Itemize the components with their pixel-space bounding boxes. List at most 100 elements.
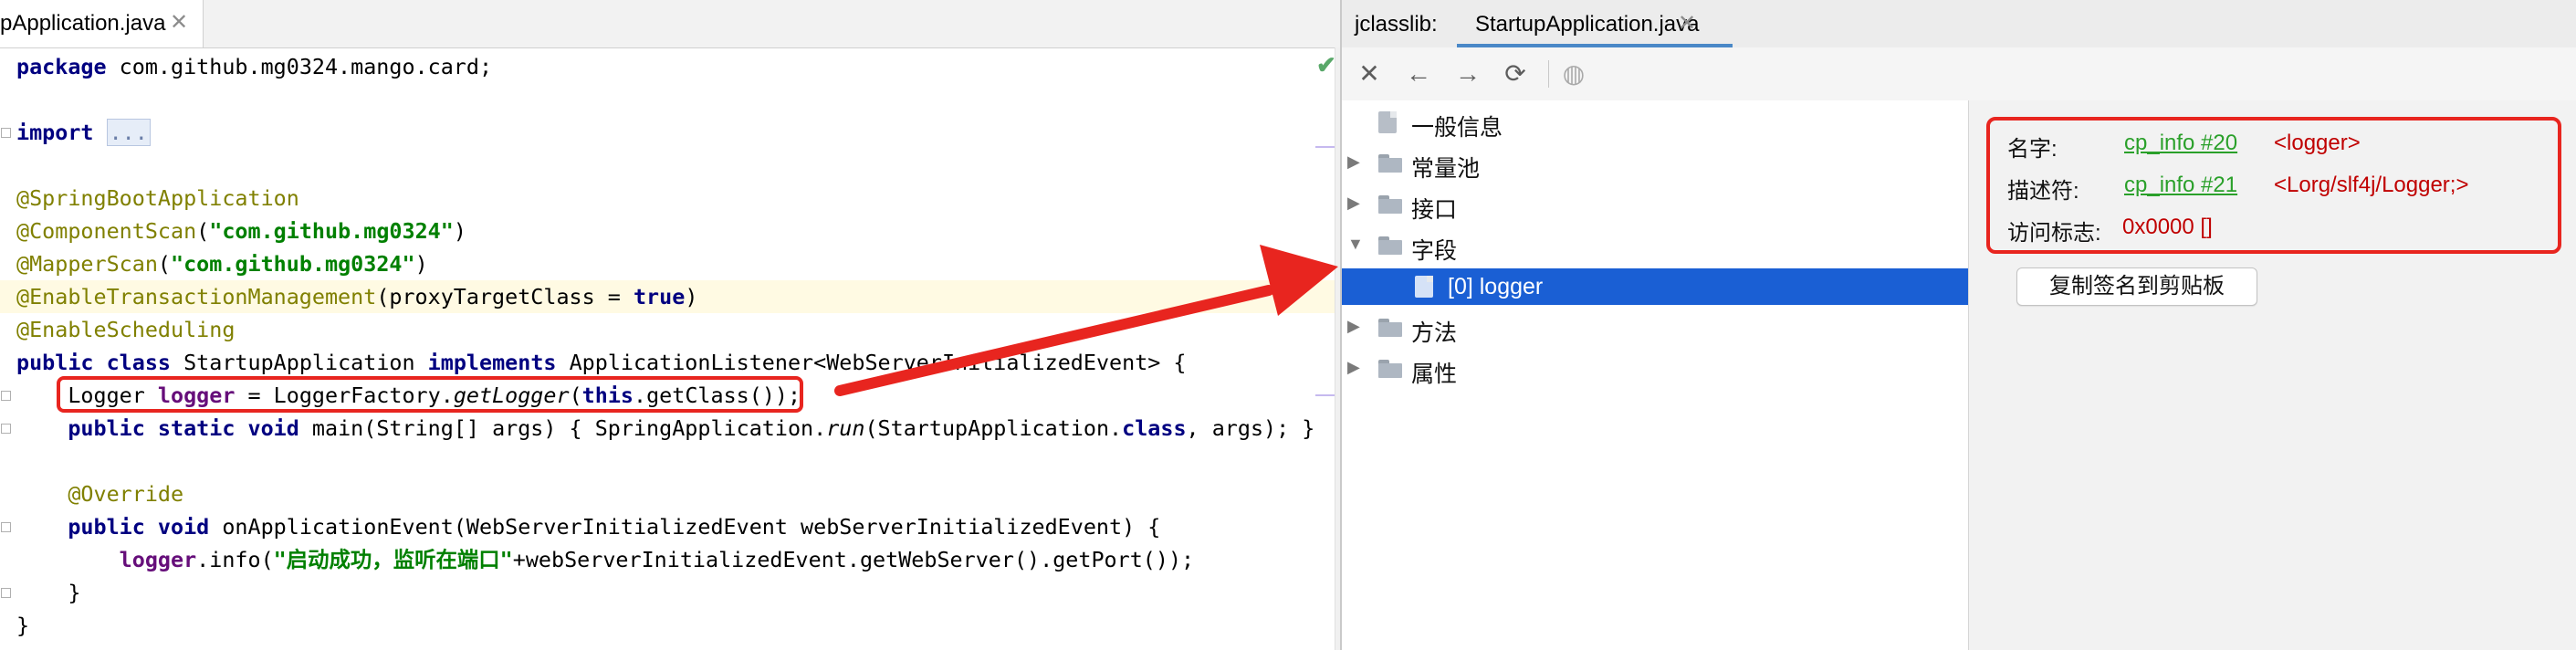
code-text: logger.info("启动成功，监听在端口"+webServerInitia… xyxy=(16,543,1194,576)
code-line[interactable]: } xyxy=(0,576,1335,609)
code-token: public void xyxy=(68,514,210,540)
copy-signature-button[interactable]: 复制签名到剪贴板 xyxy=(2016,267,2257,306)
forward-arrow-icon[interactable]: → xyxy=(1450,57,1486,91)
code-text: @SpringBootApplication xyxy=(16,182,299,215)
code-token: ApplicationListener<WebServerInitialized… xyxy=(556,350,1187,375)
code-token: ) xyxy=(685,284,698,309)
code-text: } xyxy=(16,609,29,642)
tree-item-label: [0] logger xyxy=(1448,274,1544,299)
editor-tab-label: pApplication.java xyxy=(0,11,166,36)
close-icon[interactable]: ✕ xyxy=(1351,57,1387,91)
tree-item-label: 常量池 xyxy=(1411,156,1481,182)
code-token: @Override xyxy=(16,481,184,507)
refresh-icon[interactable]: ⟳ xyxy=(1497,57,1534,91)
code-highlight-box xyxy=(57,376,803,413)
code-line[interactable] xyxy=(0,149,1335,182)
code-token: ) xyxy=(453,218,466,244)
code-area[interactable]: package com.github.mg0324.mango.card; imp… xyxy=(0,47,1340,650)
tree-item-label: 属性 xyxy=(1411,362,1458,387)
folder-icon xyxy=(1378,236,1402,255)
file-icon xyxy=(1415,276,1433,298)
fold-marker-icon[interactable] xyxy=(1,588,11,598)
back-arrow-icon[interactable]: ← xyxy=(1400,57,1437,91)
jclasslib-toolbar: ✕ ← → ⟳ ◍ xyxy=(1342,47,2576,101)
code-token: ( xyxy=(196,218,210,244)
code-token: (StartupApplication. xyxy=(864,415,1123,441)
code-line[interactable]: @ComponentScan("com.github.mg0324") xyxy=(0,215,1335,247)
code-token: .info( xyxy=(196,547,274,572)
fold-marker-icon[interactable] xyxy=(1,424,11,434)
info-highlight-box xyxy=(1986,117,2561,254)
code-line[interactable]: @SpringBootApplication xyxy=(0,182,1335,215)
code-line[interactable]: public class StartupApplication implemen… xyxy=(0,346,1335,379)
code-line[interactable]: package com.github.mg0324.mango.card; xyxy=(0,50,1335,83)
close-icon[interactable]: ✕ xyxy=(1678,10,1696,37)
tree-item[interactable]: ▶ 接口 xyxy=(1342,186,1968,223)
code-line[interactable]: import ... xyxy=(0,116,1335,149)
class-structure-tree[interactable]: 一般信息 ▶ 常量池 ▶ 接口 ▼ 字段 [0] logger ▶ 方法 ▶ 属性 xyxy=(1342,100,1969,650)
code-token: } xyxy=(16,613,30,638)
code-line[interactable]: public static void main(String[] args) {… xyxy=(0,412,1335,445)
code-line[interactable]: logger.info("启动成功，监听在端口"+webServerInitia… xyxy=(0,543,1335,576)
code-token: @SpringBootApplication xyxy=(16,185,299,211)
code-text: @EnableScheduling xyxy=(16,313,235,346)
tab-label: StartupApplication.java xyxy=(1475,12,1700,37)
toolbar-separator xyxy=(1548,60,1549,88)
tree-item[interactable]: ▶ 常量池 xyxy=(1342,145,1968,182)
code-token: import xyxy=(16,120,94,145)
fold-marker-icon[interactable] xyxy=(1,128,11,138)
code-token: } xyxy=(16,580,81,605)
code-text: @EnableTransactionManagement(proxyTarget… xyxy=(16,280,697,313)
tree-item[interactable]: [0] logger xyxy=(1342,268,1968,305)
code-token: class xyxy=(1122,415,1187,441)
code-line[interactable] xyxy=(0,445,1335,477)
code-line[interactable]: @MapperScan("com.github.mg0324") xyxy=(0,247,1335,280)
code-line[interactable]: @EnableTransactionManagement(proxyTarget… xyxy=(0,280,1335,313)
tab-startup-application[interactable]: StartupApplication.java ✕ xyxy=(1457,0,1733,47)
code-text: } xyxy=(16,576,80,609)
code-text: package com.github.mg0324.mango.card; xyxy=(16,50,492,83)
fold-marker-icon[interactable] xyxy=(1,522,11,532)
code-line[interactable]: public void onApplicationEvent(WebServer… xyxy=(0,510,1335,543)
expand-arrow-right-icon[interactable]: ▶ xyxy=(1347,317,1366,335)
tree-item-label: 接口 xyxy=(1411,197,1458,223)
code-token: (proxyTargetClass = xyxy=(376,284,634,309)
code-text: @ComponentScan("com.github.mg0324") xyxy=(16,215,466,247)
expand-arrow-right-icon[interactable]: ▶ xyxy=(1347,194,1366,212)
code-text: public void onApplicationEvent(WebServer… xyxy=(16,510,1160,543)
code-text: public static void main(String[] args) {… xyxy=(16,412,1314,445)
close-icon[interactable]: ✕ xyxy=(170,9,188,36)
code-token: @ComponentScan xyxy=(16,218,197,244)
code-token: ... xyxy=(106,119,151,146)
jclasslib-tab-bar: jclasslib: StartupApplication.java ✕ xyxy=(1342,0,2576,48)
code-text: public class StartupApplication implemen… xyxy=(16,346,1187,379)
tree-item-label: 字段 xyxy=(1411,238,1458,264)
folder-icon xyxy=(1378,154,1402,173)
code-line[interactable]: @EnableScheduling xyxy=(0,313,1335,346)
fold-marker-icon[interactable] xyxy=(1,391,11,401)
tree-item[interactable]: 一般信息 xyxy=(1342,104,1968,141)
tree-item[interactable]: ▶ 属性 xyxy=(1342,351,1968,387)
expand-arrow-right-icon[interactable]: ▶ xyxy=(1347,152,1366,171)
jclasslib-panel: jclasslib: StartupApplication.java ✕ ✕ ←… xyxy=(1340,0,2576,650)
tree-item-label: 方法 xyxy=(1411,320,1458,346)
tree-item-label: 一般信息 xyxy=(1411,115,1503,141)
code-text: @MapperScan("com.github.mg0324") xyxy=(16,247,428,280)
folder-icon xyxy=(1378,360,1402,378)
code-token: logger xyxy=(119,547,197,572)
code-line[interactable]: @Override xyxy=(0,477,1335,510)
tree-item[interactable]: ▼ 字段 xyxy=(1342,227,1968,264)
code-text: import ... xyxy=(16,116,151,149)
code-token: StartupApplication xyxy=(171,350,428,375)
check-icon: ✔ xyxy=(1316,51,1336,79)
globe-icon[interactable]: ◍ xyxy=(1555,57,1592,91)
code-line[interactable]: } xyxy=(0,609,1335,642)
tree-item[interactable]: ▶ 方法 xyxy=(1342,309,1968,346)
editor-tab-startup-application[interactable]: pApplication.java ✕ xyxy=(0,0,204,47)
code-line[interactable] xyxy=(0,83,1335,116)
code-token: implements xyxy=(427,350,557,375)
code-token: true xyxy=(633,284,686,309)
code-editor[interactable]: pApplication.java ✕ package com.github.m… xyxy=(0,0,1341,650)
expand-arrow-right-icon[interactable]: ▶ xyxy=(1347,358,1366,376)
expand-arrow-down-icon[interactable]: ▼ xyxy=(1347,235,1366,253)
